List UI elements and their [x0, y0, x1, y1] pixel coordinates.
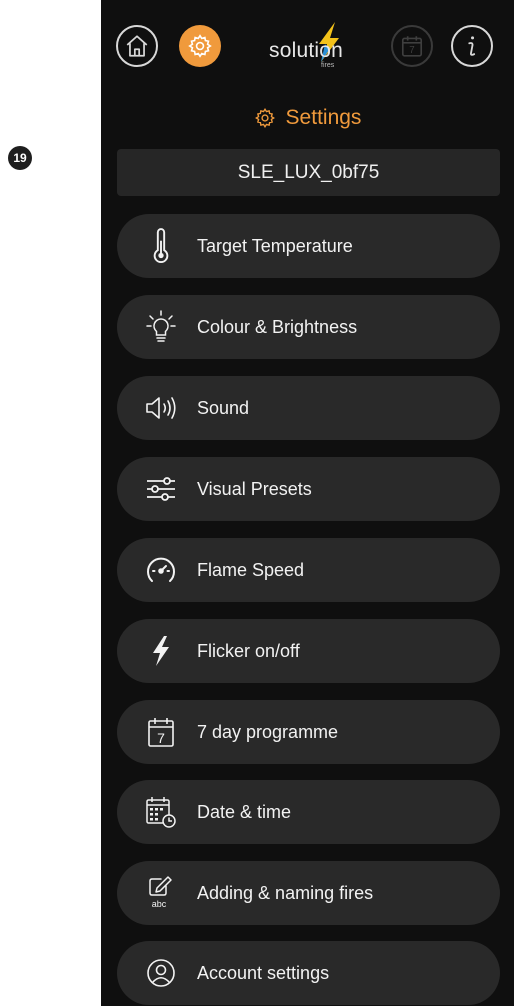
menu-item-flicker[interactable]: Flicker on/off — [117, 619, 500, 683]
menu-item-sound[interactable]: Sound — [117, 376, 500, 440]
brand-logo: solution fires — [257, 22, 367, 74]
edit-abc-icon: abc — [149, 876, 172, 909]
menu-label: Flame Speed — [197, 559, 305, 580]
menu-label: Date & time — [197, 801, 292, 822]
lightbulb-icon — [146, 310, 176, 342]
menu-label: Flicker on/off — [197, 640, 300, 661]
sliders-icon — [147, 477, 175, 501]
menu-label: Sound — [197, 397, 250, 418]
home-button[interactable] — [116, 25, 158, 67]
logo-text: solution — [269, 39, 343, 62]
settings-button[interactable] — [179, 25, 221, 67]
top-bar: solution fires 7 — [101, 0, 514, 96]
menu-item-7-day-programme[interactable]: 7 7 day programme — [117, 700, 500, 764]
app-screen: solution fires 7 Settings SLE_LUX_0bf75 … — [101, 0, 514, 1006]
gear-icon — [188, 34, 212, 58]
device-name-bar[interactable]: SLE_LUX_0bf75 — [117, 149, 500, 196]
speaker-icon — [146, 397, 176, 419]
calendar-day: 7 — [409, 45, 414, 56]
page-title: Settings — [101, 103, 514, 133]
calendar-seven-text: 7 — [157, 730, 165, 746]
thermometer-icon — [153, 228, 169, 264]
menu-item-target-temperature[interactable]: Target Temperature — [117, 214, 500, 278]
info-button[interactable] — [451, 25, 493, 67]
logo-subtext: fires — [321, 62, 335, 69]
calendar-button[interactable]: 7 — [391, 25, 433, 67]
menu-item-account-settings[interactable]: Account settings — [117, 941, 500, 1005]
menu-label: 7 day programme — [197, 721, 339, 742]
step-number-badge: 19 — [8, 146, 32, 170]
menu-label: Target Temperature — [197, 235, 353, 256]
menu-item-colour-brightness[interactable]: Colour & Brightness — [117, 295, 500, 359]
menu-item-date-time[interactable]: Date & time — [117, 780, 500, 844]
menu-label: Account settings — [197, 962, 330, 983]
calendar-seven-icon: 7 — [148, 718, 174, 747]
calendar-icon: 7 — [401, 36, 423, 57]
menu-label: Colour & Brightness — [197, 316, 358, 337]
menu-label: Adding & naming fires — [197, 882, 374, 903]
menu-item-flame-speed[interactable]: Flame Speed — [117, 538, 500, 602]
home-icon — [126, 35, 148, 57]
page-title-text: Settings — [285, 106, 362, 129]
gear-icon — [254, 108, 275, 128]
info-icon — [468, 36, 476, 56]
menu-item-adding-naming-fires[interactable]: abc Adding & naming fires — [117, 861, 500, 925]
user-circle-icon — [147, 959, 175, 987]
speedometer-icon — [147, 557, 175, 582]
menu-label: Visual Presets — [197, 478, 312, 499]
device-name: SLE_LUX_0bf75 — [237, 161, 380, 183]
edit-abc-text: abc — [152, 899, 167, 909]
menu-item-visual-presets[interactable]: Visual Presets — [117, 457, 500, 521]
calendar-clock-icon — [146, 797, 176, 828]
lightning-icon — [153, 636, 169, 666]
